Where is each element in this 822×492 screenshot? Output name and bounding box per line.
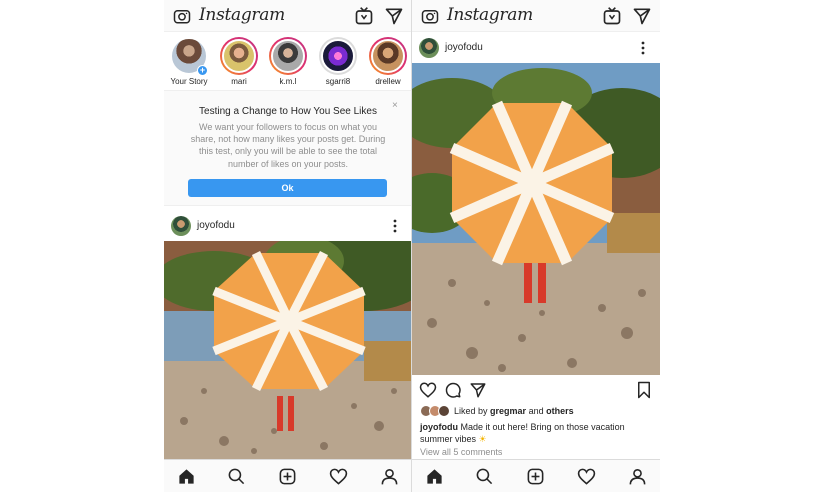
top-bar: Instagram <box>412 0 660 32</box>
profile-icon[interactable] <box>628 467 647 486</box>
home-icon[interactable] <box>425 467 444 486</box>
liked-by-others[interactable]: others <box>546 406 574 416</box>
likes-test-notice: Testing a Change to How You See Likes × … <box>164 90 412 206</box>
story-name: sgarri8 <box>325 77 351 86</box>
add-story-icon[interactable]: + <box>197 65 208 76</box>
sun-emoji: ☀ <box>478 434 487 444</box>
avatar <box>371 39 405 73</box>
post-caption: joyofodu Made it out here! Bring on thos… <box>420 421 652 445</box>
comment-icon[interactable] <box>444 381 462 399</box>
avatar[interactable] <box>171 216 191 236</box>
view-comments-link[interactable]: View all 5 comments <box>420 447 502 457</box>
top-bar: Instagram <box>164 0 412 32</box>
story-kml[interactable]: k.m.l <box>268 37 308 86</box>
stories-tray: + Your Story mari k.m.l sgarri8 drellew <box>164 33 412 89</box>
bookmark-icon[interactable] <box>635 381 653 399</box>
close-icon[interactable]: × <box>392 100 398 111</box>
story-sgarri8[interactable]: sgarri8 <box>318 37 358 86</box>
story-mari[interactable]: mari <box>219 37 259 86</box>
liked-by-user[interactable]: gregmar <box>490 406 526 416</box>
direct-message-icon[interactable] <box>632 6 652 26</box>
liked-by-text: Liked by gregmar and others <box>454 406 574 416</box>
post-photo[interactable] <box>164 241 412 459</box>
avatar <box>271 39 305 73</box>
story-name: drellew <box>375 77 401 86</box>
profile-icon[interactable] <box>380 467 399 486</box>
story-ring <box>220 37 258 75</box>
home-icon[interactable] <box>177 467 196 486</box>
app-logo: Instagram <box>447 5 533 25</box>
post-username[interactable]: joyofodu <box>445 42 483 53</box>
post-username[interactable]: joyofodu <box>197 220 235 231</box>
notice-title: Testing a Change to How You See Likes <box>199 106 377 117</box>
new-post-icon[interactable] <box>526 467 545 486</box>
search-icon[interactable] <box>475 467 494 486</box>
avatar[interactable] <box>419 38 439 58</box>
feed-screen-right: Instagram joyofodu Liked by gregmar and … <box>412 0 660 492</box>
post-header: joyofodu <box>412 33 660 63</box>
app-logo: Instagram <box>199 5 285 25</box>
story-name: k.m.l <box>279 77 297 86</box>
direct-message-icon[interactable] <box>384 6 404 26</box>
liked-by-joiner: and <box>528 406 544 416</box>
story-your-story[interactable]: + Your Story <box>169 37 209 86</box>
more-options-icon[interactable] <box>392 219 398 233</box>
camera-icon[interactable] <box>173 7 191 25</box>
share-icon[interactable] <box>469 381 487 399</box>
liker-avatar <box>438 405 450 417</box>
liked-by-row[interactable]: Liked by gregmar and others <box>420 405 660 419</box>
like-heart-icon[interactable] <box>419 381 437 399</box>
more-options-icon[interactable] <box>640 41 646 55</box>
bottom-nav <box>412 459 660 492</box>
new-post-icon[interactable] <box>278 467 297 486</box>
post-header: joyofodu <box>164 211 412 241</box>
avatar <box>321 39 355 73</box>
story-drellew[interactable]: drellew <box>368 37 408 86</box>
story-ring <box>369 37 407 75</box>
bottom-nav <box>164 459 412 492</box>
liked-by-prefix: Liked by <box>454 406 488 416</box>
heart-icon[interactable] <box>329 467 348 486</box>
ok-button[interactable]: Ok <box>188 179 387 197</box>
camera-icon[interactable] <box>421 7 439 25</box>
notice-body: We want your followers to focus on what … <box>190 122 386 169</box>
story-name: Your Story <box>170 77 208 86</box>
post-photo[interactable] <box>412 63 660 375</box>
igtv-icon[interactable] <box>354 6 374 26</box>
igtv-icon[interactable] <box>602 6 622 26</box>
heart-icon[interactable] <box>577 467 596 486</box>
search-icon[interactable] <box>227 467 246 486</box>
story-ring <box>269 37 307 75</box>
avatar <box>222 39 256 73</box>
story-name: mari <box>231 77 247 86</box>
post-actions <box>412 376 660 404</box>
story-ring <box>319 37 357 75</box>
feed-screen-left: Instagram + Your Story mari k.m.l sgarri… <box>164 0 412 492</box>
caption-username[interactable]: joyofodu <box>420 422 458 432</box>
